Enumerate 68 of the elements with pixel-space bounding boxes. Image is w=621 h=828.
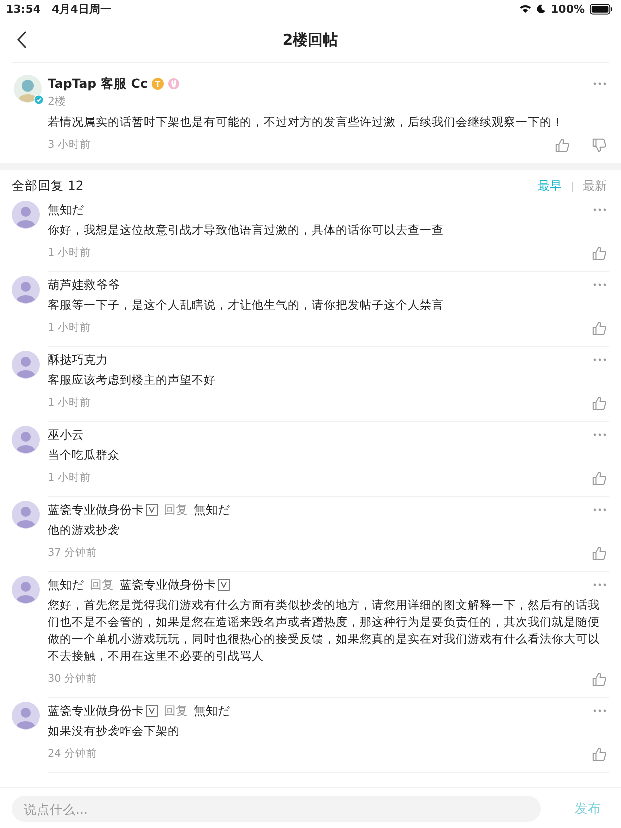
more-icon[interactable] bbox=[593, 283, 607, 287]
avatar[interactable] bbox=[12, 276, 40, 304]
author-name[interactable]: 葫芦娃救爷爷 bbox=[48, 276, 120, 294]
thumbs-up-icon[interactable] bbox=[592, 672, 607, 686]
author-name[interactable]: 巫小云 bbox=[48, 426, 84, 444]
author-name[interactable]: 蓝瓷专业做身份卡 bbox=[48, 502, 144, 518]
avatar[interactable] bbox=[14, 75, 42, 103]
reply-label: 回复 bbox=[164, 702, 188, 720]
thumbs-down-icon[interactable] bbox=[592, 138, 607, 152]
back-icon[interactable] bbox=[17, 31, 27, 49]
comment-time: 1 小时前 bbox=[48, 396, 92, 410]
battery-icon bbox=[590, 4, 613, 14]
avatar[interactable] bbox=[12, 576, 40, 604]
more-icon[interactable] bbox=[593, 508, 607, 512]
floor-label: 2楼 bbox=[48, 94, 67, 109]
comment-text: 你好，我想是这位故意引战才导致他语言过激的，具体的话你可以去查一查 bbox=[48, 222, 445, 239]
reply-label: 回复 bbox=[90, 576, 114, 594]
thumbs-up-icon[interactable] bbox=[592, 396, 607, 410]
comment-text: 他的游戏抄袭 bbox=[48, 522, 121, 539]
replies-count: 全部回复 12 bbox=[12, 178, 84, 195]
thumbs-up-icon[interactable] bbox=[592, 546, 607, 560]
author-name[interactable]: 無知だ bbox=[48, 576, 84, 594]
rabbit-badge-icon bbox=[168, 78, 180, 90]
comment-time: 24 分钟前 bbox=[48, 747, 98, 761]
more-icon[interactable] bbox=[593, 709, 607, 713]
comment-text: 如果没有抄袭咋会下架的 bbox=[48, 723, 181, 740]
comment-time: 30 分钟前 bbox=[48, 672, 98, 686]
thumbs-up-icon[interactable] bbox=[592, 746, 607, 762]
wifi-icon bbox=[519, 4, 532, 14]
more-icon[interactable] bbox=[593, 358, 607, 362]
comment-text: 客服应该考虑到楼主的声望不好 bbox=[48, 372, 217, 389]
reply-label: 回复 bbox=[164, 502, 188, 518]
comment-time: 1 小时前 bbox=[48, 321, 92, 335]
avatar[interactable] bbox=[12, 201, 40, 229]
author-name[interactable]: 蓝瓷专业做身份卡 bbox=[48, 702, 144, 720]
thumbs-up-icon[interactable] bbox=[555, 138, 570, 152]
comment-time: 1 小时前 bbox=[48, 471, 92, 485]
reply-to-name[interactable]: 蓝瓷专业做身份卡 bbox=[120, 576, 216, 594]
post-text: 若情况属实的话暂时下架也是有可能的，不过对方的发言些许过激，后续我们会继续观察一下的！ bbox=[48, 114, 565, 131]
thumbs-up-icon[interactable] bbox=[592, 470, 607, 486]
author-name[interactable]: 無知だ bbox=[48, 202, 84, 218]
avatar[interactable] bbox=[12, 426, 40, 454]
avatar[interactable] bbox=[12, 351, 40, 379]
comment-time: 1 小时前 bbox=[48, 246, 92, 260]
comment-text: 您好，首先您是觉得我们游戏有什么方面有类似抄袭的地方，请您用详细的图文解释一下，然后有的话我们也不是不会管的，如果是您在造谣来毁名声或者蹭热度，那这种行为是要负责任的，其次我们就是随便做的一个单机小游戏玩玩，同时也很热心的接受反馈，如果您真的是实在对我们游戏有什么看法你大可以不去接触，不用在这里不必要的引战骂人 bbox=[48, 597, 601, 665]
more-icon[interactable] bbox=[593, 208, 607, 212]
avatar[interactable] bbox=[12, 501, 40, 529]
author-name[interactable]: 酥挞巧克力 bbox=[48, 352, 108, 368]
comment-time: 37 分钟前 bbox=[48, 546, 98, 560]
comment-text: 当个吃瓜群众 bbox=[48, 447, 121, 464]
comment-text: 客服等一下子，是这个人乱瞎说，才让他生气的，请你把发帖子这个人禁言 bbox=[48, 297, 445, 314]
status-date: 4月4日周一 bbox=[52, 2, 112, 16]
level-badge: T bbox=[152, 78, 164, 90]
reply-to-name[interactable]: 無知だ bbox=[194, 702, 230, 720]
author-name[interactable]: TapTap 客服 Cc bbox=[48, 76, 148, 92]
more-icon[interactable] bbox=[593, 433, 607, 437]
thumbs-up-icon[interactable] bbox=[592, 320, 607, 336]
status-time: 13:54 bbox=[6, 2, 42, 16]
reply-to-name[interactable]: 無知だ bbox=[194, 502, 230, 518]
battery-level: 100% bbox=[551, 2, 585, 16]
avatar[interactable] bbox=[12, 702, 40, 730]
moon-icon bbox=[537, 4, 546, 14]
post-time: 3 小时前 bbox=[48, 138, 92, 152]
comment-input[interactable]: 说点什么... bbox=[12, 796, 541, 822]
more-icon[interactable] bbox=[593, 82, 607, 86]
more-icon[interactable] bbox=[593, 583, 607, 587]
thumbs-up-icon[interactable] bbox=[592, 246, 607, 260]
page-title: 2楼回帖 bbox=[282, 30, 338, 50]
